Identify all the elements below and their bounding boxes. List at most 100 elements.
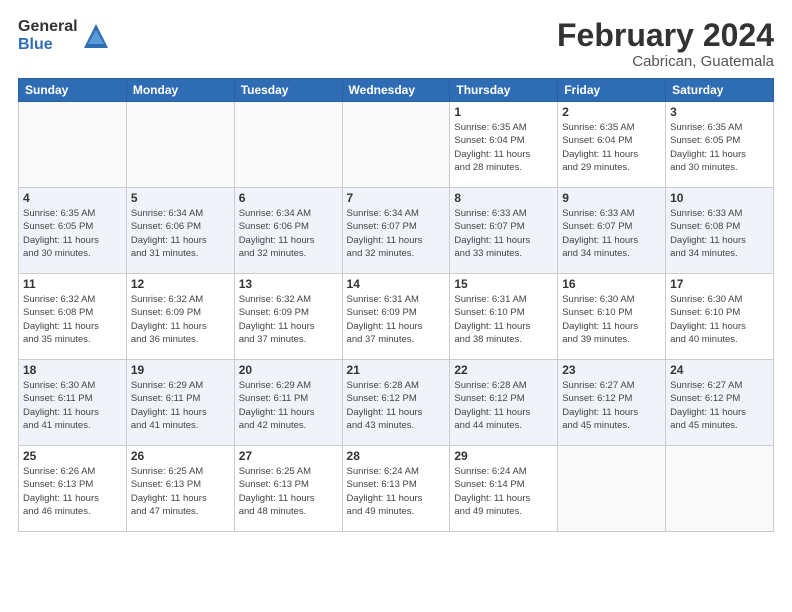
day-info: Sunrise: 6:31 AM Sunset: 6:09 PM Dayligh…: [347, 293, 446, 346]
day-number: 11: [23, 277, 122, 291]
day-number: 2: [562, 105, 661, 119]
calendar-cell: [666, 446, 774, 532]
day-info: Sunrise: 6:29 AM Sunset: 6:11 PM Dayligh…: [239, 379, 338, 432]
calendar-cell: 21 Sunrise: 6:28 AM Sunset: 6:12 PM Dayli…: [342, 360, 450, 446]
weekday-header-wednesday: Wednesday: [342, 79, 450, 102]
calendar-cell: 9 Sunrise: 6:33 AM Sunset: 6:07 PM Daylig…: [558, 188, 666, 274]
calendar-table: SundayMondayTuesdayWednesdayThursdayFrid…: [18, 78, 774, 532]
day-info: Sunrise: 6:32 AM Sunset: 6:09 PM Dayligh…: [131, 293, 230, 346]
day-number: 24: [670, 363, 769, 377]
calendar-cell: 26 Sunrise: 6:25 AM Sunset: 6:13 PM Dayli…: [126, 446, 234, 532]
day-info: Sunrise: 6:34 AM Sunset: 6:06 PM Dayligh…: [239, 207, 338, 260]
day-info: Sunrise: 6:27 AM Sunset: 6:12 PM Dayligh…: [670, 379, 769, 432]
weekday-header-saturday: Saturday: [666, 79, 774, 102]
day-info: Sunrise: 6:33 AM Sunset: 6:07 PM Dayligh…: [562, 207, 661, 260]
calendar-cell: 18 Sunrise: 6:30 AM Sunset: 6:11 PM Dayli…: [19, 360, 127, 446]
day-info: Sunrise: 6:28 AM Sunset: 6:12 PM Dayligh…: [347, 379, 446, 432]
month-title: February 2024: [557, 18, 774, 53]
day-info: Sunrise: 6:25 AM Sunset: 6:13 PM Dayligh…: [131, 465, 230, 518]
calendar-cell: 3 Sunrise: 6:35 AM Sunset: 6:05 PM Daylig…: [666, 102, 774, 188]
day-number: 12: [131, 277, 230, 291]
day-info: Sunrise: 6:30 AM Sunset: 6:10 PM Dayligh…: [670, 293, 769, 346]
weekday-header-tuesday: Tuesday: [234, 79, 342, 102]
day-info: Sunrise: 6:30 AM Sunset: 6:11 PM Dayligh…: [23, 379, 122, 432]
logo-icon: [82, 22, 110, 50]
day-number: 3: [670, 105, 769, 119]
day-number: 18: [23, 363, 122, 377]
day-number: 23: [562, 363, 661, 377]
day-number: 15: [454, 277, 553, 291]
week-row-4: 18 Sunrise: 6:30 AM Sunset: 6:11 PM Dayli…: [19, 360, 774, 446]
calendar-cell: [342, 102, 450, 188]
calendar-cell: 11Sunrise: 6:32 AM Sunset: 6:08 PM Dayli…: [19, 274, 127, 360]
day-number: 22: [454, 363, 553, 377]
title-area: February 2024 Cabrican, Guatemala: [557, 18, 774, 70]
calendar-cell: 23 Sunrise: 6:27 AM Sunset: 6:12 PM Dayli…: [558, 360, 666, 446]
calendar-cell: 27 Sunrise: 6:25 AM Sunset: 6:13 PM Dayli…: [234, 446, 342, 532]
day-info: Sunrise: 6:24 AM Sunset: 6:14 PM Dayligh…: [454, 465, 553, 518]
calendar-cell: [234, 102, 342, 188]
day-info: Sunrise: 6:35 AM Sunset: 6:05 PM Dayligh…: [670, 121, 769, 174]
calendar-cell: 6 Sunrise: 6:34 AM Sunset: 6:06 PM Daylig…: [234, 188, 342, 274]
day-number: 8: [454, 191, 553, 205]
weekday-header-friday: Friday: [558, 79, 666, 102]
weekday-header-monday: Monday: [126, 79, 234, 102]
day-info: Sunrise: 6:29 AM Sunset: 6:11 PM Dayligh…: [131, 379, 230, 432]
header: General Blue February 2024 Cabrican, Gua…: [18, 18, 774, 70]
week-row-3: 11Sunrise: 6:32 AM Sunset: 6:08 PM Dayli…: [19, 274, 774, 360]
calendar-cell: 28 Sunrise: 6:24 AM Sunset: 6:13 PM Dayli…: [342, 446, 450, 532]
week-row-5: 25Sunrise: 6:26 AM Sunset: 6:13 PM Dayli…: [19, 446, 774, 532]
day-number: 16: [562, 277, 661, 291]
calendar-cell: 15 Sunrise: 6:31 AM Sunset: 6:10 PM Dayli…: [450, 274, 558, 360]
weekday-header-thursday: Thursday: [450, 79, 558, 102]
day-info: Sunrise: 6:33 AM Sunset: 6:08 PM Dayligh…: [670, 207, 769, 260]
calendar-cell: 4 Sunrise: 6:35 AM Sunset: 6:05 PM Daylig…: [19, 188, 127, 274]
day-info: Sunrise: 6:30 AM Sunset: 6:10 PM Dayligh…: [562, 293, 661, 346]
day-info: Sunrise: 6:35 AM Sunset: 6:04 PM Dayligh…: [562, 121, 661, 174]
calendar-cell: 1 Sunrise: 6:35 AM Sunset: 6:04 PM Daylig…: [450, 102, 558, 188]
week-row-1: 1 Sunrise: 6:35 AM Sunset: 6:04 PM Daylig…: [19, 102, 774, 188]
calendar-cell: [126, 102, 234, 188]
calendar-cell: 14 Sunrise: 6:31 AM Sunset: 6:09 PM Dayli…: [342, 274, 450, 360]
day-number: 14: [347, 277, 446, 291]
calendar-cell: 19 Sunrise: 6:29 AM Sunset: 6:11 PM Dayli…: [126, 360, 234, 446]
day-info: Sunrise: 6:33 AM Sunset: 6:07 PM Dayligh…: [454, 207, 553, 260]
day-number: 9: [562, 191, 661, 205]
calendar-cell: 7Sunrise: 6:34 AM Sunset: 6:07 PM Daylig…: [342, 188, 450, 274]
calendar-cell: 22 Sunrise: 6:28 AM Sunset: 6:12 PM Dayli…: [450, 360, 558, 446]
day-info: Sunrise: 6:24 AM Sunset: 6:13 PM Dayligh…: [347, 465, 446, 518]
page: General Blue February 2024 Cabrican, Gua…: [0, 0, 792, 612]
calendar-cell: 8 Sunrise: 6:33 AM Sunset: 6:07 PM Daylig…: [450, 188, 558, 274]
day-info: Sunrise: 6:34 AM Sunset: 6:07 PM Dayligh…: [347, 207, 446, 260]
day-info: Sunrise: 6:31 AM Sunset: 6:10 PM Dayligh…: [454, 293, 553, 346]
day-number: 27: [239, 449, 338, 463]
day-number: 10: [670, 191, 769, 205]
day-number: 28: [347, 449, 446, 463]
day-number: 13: [239, 277, 338, 291]
location: Cabrican, Guatemala: [557, 53, 774, 70]
calendar-cell: 10 Sunrise: 6:33 AM Sunset: 6:08 PM Dayli…: [666, 188, 774, 274]
logo-blue-text: Blue: [18, 36, 78, 54]
weekday-header-row: SundayMondayTuesdayWednesdayThursdayFrid…: [19, 79, 774, 102]
day-number: 4: [23, 191, 122, 205]
calendar-cell: 16 Sunrise: 6:30 AM Sunset: 6:10 PM Dayli…: [558, 274, 666, 360]
logo: General Blue: [18, 18, 110, 53]
day-info: Sunrise: 6:35 AM Sunset: 6:04 PM Dayligh…: [454, 121, 553, 174]
day-number: 1: [454, 105, 553, 119]
day-number: 26: [131, 449, 230, 463]
calendar-cell: 25Sunrise: 6:26 AM Sunset: 6:13 PM Dayli…: [19, 446, 127, 532]
day-number: 17: [670, 277, 769, 291]
calendar-cell: 29 Sunrise: 6:24 AM Sunset: 6:14 PM Dayli…: [450, 446, 558, 532]
day-number: 6: [239, 191, 338, 205]
day-info: Sunrise: 6:25 AM Sunset: 6:13 PM Dayligh…: [239, 465, 338, 518]
day-info: Sunrise: 6:27 AM Sunset: 6:12 PM Dayligh…: [562, 379, 661, 432]
day-number: 29: [454, 449, 553, 463]
calendar-cell: 2 Sunrise: 6:35 AM Sunset: 6:04 PM Daylig…: [558, 102, 666, 188]
calendar-cell: [19, 102, 127, 188]
calendar-cell: 17 Sunrise: 6:30 AM Sunset: 6:10 PM Dayli…: [666, 274, 774, 360]
day-number: 19: [131, 363, 230, 377]
day-number: 21: [347, 363, 446, 377]
weekday-header-sunday: Sunday: [19, 79, 127, 102]
day-info: Sunrise: 6:28 AM Sunset: 6:12 PM Dayligh…: [454, 379, 553, 432]
day-info: Sunrise: 6:35 AM Sunset: 6:05 PM Dayligh…: [23, 207, 122, 260]
